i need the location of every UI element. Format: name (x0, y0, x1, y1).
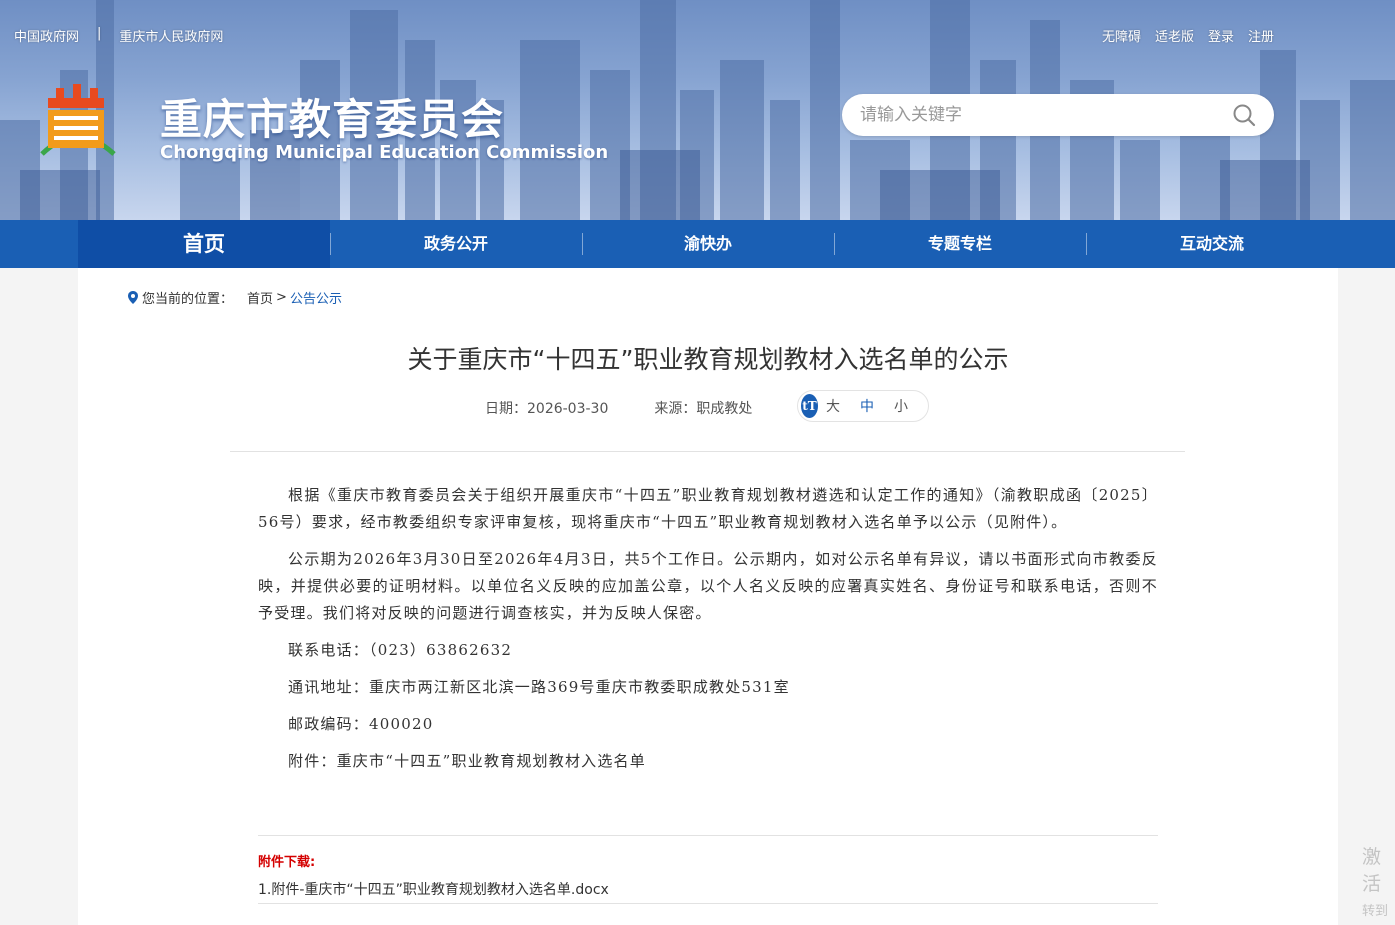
contact-address: 通讯地址：重庆市两江新区北滨一路369号重庆市教委职成教处531室 (288, 678, 790, 696)
breadcrumb: 您当前的位置： 首页 > 公告公示 (128, 288, 342, 307)
link-accessibility[interactable]: 无障碍 (1102, 26, 1141, 45)
content-panel: 您当前的位置： 首页 > 公告公示 关于重庆市“十四五”职业教育规划教材入选名单… (78, 268, 1338, 925)
top-links-right: 无障碍 适老版 登录 注册 (1102, 26, 1274, 45)
link-elderly-mode[interactable]: 适老版 (1155, 26, 1194, 45)
attachment-file-link[interactable]: 1.附件-重庆市“十四五”职业教育规划教材入选名单.docx (258, 879, 609, 899)
search-icon[interactable] (1232, 103, 1256, 127)
contact-phone: 联系电话：（023）63862632 (288, 641, 513, 659)
watermark-line-1: 激活 (1362, 846, 1382, 895)
link-cq-gov[interactable]: 重庆市人民政府网 (119, 26, 223, 45)
attachment-divider (258, 835, 1158, 836)
article-source: 来源：职成教处 (654, 401, 753, 417)
postal-code: 邮政编码：400020 (288, 715, 434, 733)
header-banner: 中国政府网 | 重庆市人民政府网 无障碍 适老版 登录 注册 重庆市教育委员会 … (0, 0, 1395, 220)
main-nav: 首页 政务公开 渝快办 专题专栏 互动交流 (0, 220, 1395, 268)
top-link-separator: | (97, 26, 102, 41)
attachment-note: 附件：重庆市“十四五”职业教育规划教材入选名单 (288, 752, 646, 770)
title-divider (230, 451, 1185, 452)
article-body: 根据《重庆市教育委员会关于组织开展重庆市“十四五”职业教育规划教材遴选和认定工作… (258, 482, 1158, 785)
nav-item-home[interactable]: 首页 (78, 220, 330, 268)
nav-item-government-affairs[interactable]: 政务公开 (330, 220, 582, 268)
breadcrumb-label: 您当前的位置： (142, 292, 234, 307)
link-gov-cn[interactable]: 中国政府网 (14, 26, 79, 45)
nav-item-yukuaiban[interactable]: 渝快办 (582, 220, 834, 268)
nav-item-special-topics[interactable]: 专题专栏 (834, 220, 1086, 268)
article-meta: 日期：2026-03-30 来源：职成教处 (485, 392, 798, 424)
breadcrumb-separator: > (276, 290, 287, 305)
breadcrumb-current[interactable]: 公告公示 (290, 288, 342, 307)
top-links-left: 中国政府网 | 重庆市人民政府网 (14, 26, 223, 45)
attachment-bottom-divider (258, 903, 1158, 904)
location-pin-icon (128, 291, 138, 304)
font-size-icon: tT (801, 394, 818, 418)
nav-item-interaction[interactable]: 互动交流 (1086, 220, 1338, 268)
attachment-download-title: 附件下载: (258, 855, 316, 870)
breadcrumb-home[interactable]: 首页 (247, 288, 273, 307)
site-title: 重庆市教育委员会 (160, 95, 505, 144)
article-title: 关于重庆市“十四五”职业教育规划教材入选名单的公示 (407, 345, 1009, 374)
font-size-small[interactable]: 小 (894, 396, 908, 416)
site-subtitle: Chongqing Municipal Education Commission (160, 142, 609, 163)
link-login[interactable]: 登录 (1208, 26, 1234, 45)
font-size-switcher: tT 大 中 小 (797, 390, 929, 422)
font-size-medium[interactable]: 中 (860, 396, 874, 416)
search-box (842, 94, 1274, 136)
education-commission-logo-icon (40, 84, 116, 156)
link-register[interactable]: 注册 (1248, 26, 1274, 45)
article-date: 日期：2026-03-30 (485, 401, 609, 417)
font-size-large[interactable]: 大 (826, 396, 840, 416)
search-input[interactable] (860, 94, 1220, 136)
watermark-line-2: 转到 (1362, 904, 1389, 919)
article-paragraph: 公示期为2026年3月30日至2026年4月3日，共5个工作日。公示期内，如对公… (258, 550, 1158, 622)
windows-activation-watermark: 激活 转到 (1362, 842, 1395, 919)
article-paragraph: 根据《重庆市教育委员会关于组织开展重庆市“十四五”职业教育规划教材遴选和认定工作… (258, 486, 1158, 531)
